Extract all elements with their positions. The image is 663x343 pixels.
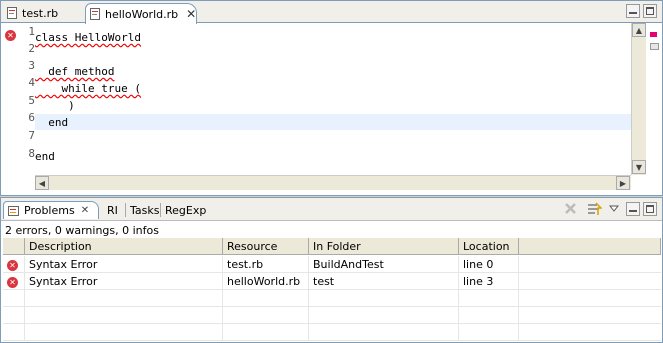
tab-label: test.rb	[22, 6, 59, 20]
scroll-left-button[interactable]: ◀	[35, 176, 49, 190]
minimize-button[interactable]	[626, 202, 640, 216]
overview-ruler	[647, 23, 662, 175]
column-header-description[interactable]: Description	[25, 238, 223, 255]
editor-tab-bar: test.rb helloWorld.rb ✕	[1, 1, 662, 24]
table-row[interactable]: ✕ Syntax Error helloWorld.rb test line 3	[3, 273, 661, 290]
scroll-up-button[interactable]: ▲	[632, 23, 646, 37]
tab-tasks[interactable]: Tasks	[130, 201, 159, 219]
table-row-empty	[3, 324, 661, 341]
problems-panel: Problems ✕ RI Tasks RegExp 2 errors, 0 w…	[0, 197, 663, 343]
annotation-ruler: ✕	[1, 23, 21, 195]
minimize-icon	[629, 12, 637, 14]
horizontal-scrollbar[interactable]: ◀ ▶	[35, 175, 631, 190]
maximize-button[interactable]	[643, 4, 657, 18]
cell-folder: test	[309, 273, 459, 290]
line-number: 7	[28, 129, 35, 142]
line-number: 4	[28, 76, 35, 89]
scroll-down-button[interactable]: ▼	[632, 160, 646, 174]
maximize-icon	[646, 205, 654, 213]
view-tab-bar: Problems ✕ RI Tasks RegExp	[1, 198, 662, 221]
table-row-empty	[3, 290, 661, 307]
code-line: end	[35, 150, 55, 163]
line-number: 8	[28, 147, 35, 160]
cell-location: line 0	[459, 256, 519, 273]
tab-label: Tasks	[130, 203, 160, 217]
tab-problems[interactable]: Problems ✕	[3, 201, 99, 219]
line-number-column: 1 2 3 4 5 6 7 8	[19, 23, 35, 175]
line-number: 2	[28, 42, 35, 55]
cell-resource: helloWorld.rb	[223, 273, 309, 290]
minimize-icon	[629, 210, 637, 212]
clear-icon[interactable]	[564, 202, 577, 218]
column-header-resource[interactable]: Resource	[223, 238, 309, 255]
scroll-right-button[interactable]: ▶	[616, 176, 630, 190]
cell-description: Syntax Error	[25, 273, 223, 290]
table-row-empty	[3, 307, 661, 324]
menu-icon[interactable]	[608, 203, 620, 216]
tab-ri[interactable]: RI	[107, 201, 118, 219]
maximize-icon	[646, 7, 654, 15]
tab-regexp[interactable]: RegExp	[165, 201, 206, 219]
overview-marker	[650, 43, 659, 50]
code-line: def method	[35, 65, 115, 78]
error-icon[interactable]: ✕	[5, 30, 16, 41]
code-line: )	[35, 99, 75, 112]
line-number: 6	[28, 111, 35, 124]
error-icon: ✕	[7, 277, 18, 288]
column-header-filler	[519, 238, 661, 255]
tab-divider	[125, 203, 126, 217]
line-number: 3	[28, 59, 35, 72]
cell-description: Syntax Error	[25, 256, 223, 273]
error-icon: ✕	[7, 260, 18, 271]
editor-panel: test.rb helloWorld.rb ✕ ✕ 1 2 3 4 5 6 7 …	[0, 0, 663, 196]
cell-location: line 3	[459, 273, 519, 290]
table-row[interactable]: ✕ Syntax Error test.rb BuildAndTest line…	[3, 256, 661, 273]
code-line: class HelloWorld	[35, 31, 141, 44]
code-line: while true (	[35, 82, 141, 95]
tab-helloworld-rb[interactable]: helloWorld.rb ✕	[85, 3, 197, 24]
close-icon[interactable]: ✕	[81, 205, 89, 216]
tab-label: helloWorld.rb	[105, 7, 179, 21]
vertical-scrollbar[interactable]: ▲ ▼	[631, 23, 646, 175]
tab-label: RegExp	[165, 203, 207, 217]
problems-icon	[8, 205, 20, 217]
column-header-location[interactable]: Location	[459, 238, 519, 255]
code-editor[interactable]: class HelloWorld def method while true (…	[35, 23, 631, 175]
tab-label: Problems	[24, 204, 75, 217]
column-header-folder[interactable]: In Folder	[309, 238, 459, 255]
cell-folder: BuildAndTest	[309, 256, 459, 273]
line-number: 5	[28, 94, 35, 107]
tab-divider	[160, 203, 161, 217]
tab-label: RI	[107, 203, 118, 217]
code-line: end	[35, 116, 69, 129]
filter-icon[interactable]	[587, 202, 603, 219]
close-icon[interactable]: ✕	[186, 7, 196, 21]
error-marker[interactable]	[650, 32, 657, 37]
column-header-icon[interactable]	[3, 238, 25, 255]
tab-test-rb[interactable]: test.rb	[3, 3, 79, 23]
cell-resource: test.rb	[223, 256, 309, 273]
problems-summary: 2 errors, 0 warnings, 0 infos	[5, 224, 159, 237]
line-number: 1	[28, 25, 35, 38]
ruby-file-icon	[7, 7, 17, 19]
maximize-button[interactable]	[643, 202, 657, 216]
minimize-button[interactable]	[626, 4, 640, 18]
ruby-file-icon	[90, 8, 100, 20]
